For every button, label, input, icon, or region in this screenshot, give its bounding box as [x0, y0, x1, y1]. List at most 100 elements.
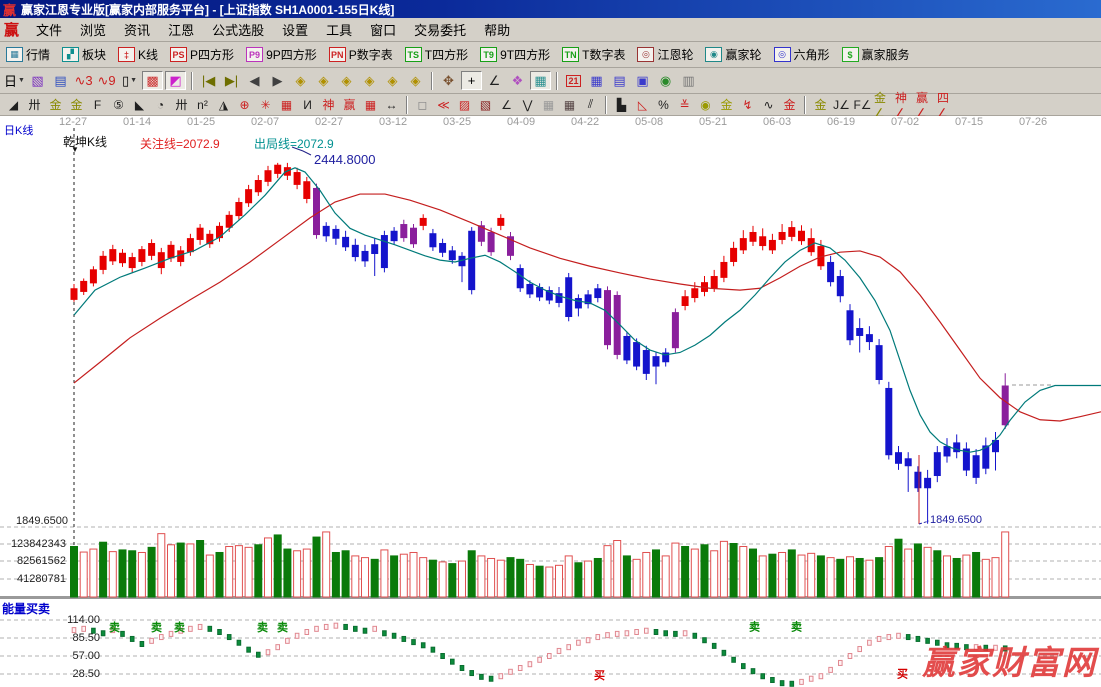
gann-wheel-button[interactable]: ◎ 江恩轮 — [634, 45, 696, 64]
marker-pen-icon[interactable]: ↯ — [738, 96, 757, 113]
menu-item-0[interactable]: 文件 — [27, 21, 71, 40]
percent-tool-icon[interactable]: % — [654, 96, 673, 113]
pct-line-icon[interactable]: ≚ — [675, 96, 694, 113]
period-day-icon[interactable]: 日 ▼ — [4, 71, 25, 90]
angle-tool-icon[interactable]: ∠ — [484, 71, 505, 90]
kline-button[interactable]: ‡ K线 — [115, 45, 161, 64]
gold-ruler-2-icon[interactable]: 金 — [67, 96, 86, 113]
angle-f-icon[interactable]: F∠ — [853, 96, 872, 113]
zoom-left-icon[interactable]: ◈ — [290, 71, 311, 90]
ying-ruler-icon[interactable]: 赢 — [340, 96, 359, 113]
angle-si-icon[interactable]: 四∠ — [937, 91, 956, 120]
go-first-icon[interactable]: |◀ — [198, 71, 219, 90]
menu-item-8[interactable]: 交易委托 — [405, 21, 475, 40]
mini-chart-3-icon[interactable]: ∿3 — [73, 71, 94, 90]
fib-ruler-icon[interactable]: F — [88, 96, 107, 113]
menu-item-7[interactable]: 窗口 — [361, 21, 405, 40]
9p-square-button[interactable]: P9 9P四方形 — [243, 45, 320, 64]
chart-area[interactable]: 卖卖卖卖卖卖卖买买 12-27 01-14 01-25 02-07 02-27 03-12… — [0, 116, 1101, 687]
width-arrows-icon[interactable]: ↔ — [382, 96, 401, 113]
gann-ruler-icon[interactable]: 卅 — [25, 96, 44, 113]
gann-grid-icon[interactable]: ▦ — [277, 96, 296, 113]
shen-ruler-icon[interactable]: 神 — [319, 96, 338, 113]
gann-star-icon[interactable]: ✳ — [256, 96, 275, 113]
layout-pattern-icon[interactable]: ▧ — [27, 71, 48, 90]
box-tool-icon[interactable]: ◻ — [413, 96, 432, 113]
gann-n-icon[interactable]: И — [298, 96, 317, 113]
quotes-button[interactable]: ▦ 行情 — [3, 45, 53, 64]
hexagon-button[interactable]: ◎ 六角形 — [771, 45, 833, 64]
grid-style-icon[interactable]: ▩ — [142, 71, 163, 90]
draw-pen-icon[interactable]: ◢ — [4, 96, 23, 113]
ruler-2-icon[interactable]: 卅 — [172, 96, 191, 113]
menu-item-6[interactable]: 工具 — [317, 21, 361, 40]
mini-chart-9-icon[interactable]: ∿9 — [96, 71, 117, 90]
menu-item-9[interactable]: 帮助 — [475, 21, 519, 40]
gann-target-icon[interactable]: ⊕ — [235, 96, 254, 113]
angle-ying-icon[interactable]: 赢∠ — [916, 91, 935, 120]
t-number-button[interactable]: TN T数字表 — [559, 45, 628, 64]
menu-item-4[interactable]: 公式选股 — [203, 21, 273, 40]
flower-tool-icon[interactable]: ❖ — [507, 71, 528, 90]
single-candle-icon[interactable]: ▯ ▼ — [119, 71, 140, 90]
gold-red-icon[interactable]: 金 — [780, 96, 799, 113]
fan-box-dark-icon[interactable]: ▧ — [476, 96, 495, 113]
go-last-icon[interactable]: ▶| — [221, 71, 242, 90]
color-chart-icon[interactable]: ◩ — [165, 71, 186, 90]
chevron-down-icon[interactable]: ▼ — [71, 145, 79, 154]
gold-ruler-1-icon[interactable]: 金 — [46, 96, 65, 113]
menu-item-2[interactable]: 资讯 — [115, 21, 159, 40]
p-number-button[interactable]: PN P数字表 — [326, 45, 396, 64]
zoom-horiz-icon[interactable]: ◈ — [336, 71, 357, 90]
notes-icon[interactable]: ▤ — [609, 71, 630, 90]
overlay-indicator-name[interactable]: 乾坤K线 — [63, 133, 107, 150]
calculator-icon[interactable]: ▦ — [586, 71, 607, 90]
angle-line-icon[interactable]: ∠ — [497, 96, 516, 113]
gold-circle-icon[interactable]: ◉ — [696, 96, 715, 113]
parallel-lines-icon[interactable]: ⫽ — [581, 96, 600, 113]
circle-3-icon[interactable]: ◔ — [151, 96, 170, 113]
calendar-icon[interactable]: 21 — [563, 71, 584, 90]
p-square-button[interactable]: PS P四方形 — [167, 45, 237, 64]
fan-box-icon[interactable]: ▨ — [455, 96, 474, 113]
gold-underline-icon[interactable]: 金 — [811, 96, 830, 113]
menu-item-1[interactable]: 浏览 — [71, 21, 115, 40]
angle-gold-icon[interactable]: 金∠ — [874, 91, 893, 120]
save-icon[interactable]: ▣ — [632, 71, 653, 90]
winner-service-button[interactable]: $ 赢家服务 — [839, 45, 913, 64]
spiral-5-icon[interactable]: ⑤ — [109, 96, 128, 113]
9t-square-button[interactable]: T9 9T四方形 — [477, 45, 553, 64]
web-settings-icon[interactable]: ◉ — [655, 71, 676, 90]
t-square-button[interactable]: TS T四方形 — [402, 45, 471, 64]
gold-lines-icon[interactable]: 金 — [717, 96, 736, 113]
angle-shen-icon[interactable]: 神∠ — [895, 91, 914, 120]
kline-chart-canvas[interactable]: 卖卖卖卖卖卖卖买买 — [0, 116, 1101, 687]
grid-123-icon[interactable]: ▦ — [361, 96, 380, 113]
ray-fan-icon[interactable]: ≪ — [434, 96, 453, 113]
zoom-all-icon[interactable]: ◈ — [405, 71, 426, 90]
print-icon[interactable]: ▥ — [678, 71, 699, 90]
wave-tool-icon[interactable]: ∿ — [759, 96, 778, 113]
zoom-out-icon[interactable]: ◈ — [382, 71, 403, 90]
angle-a-icon[interactable]: ◮ — [214, 96, 233, 113]
grid-dark-icon[interactable]: ▦ — [560, 96, 579, 113]
zigzag-icon[interactable]: ⋁ — [518, 96, 537, 113]
menu-item-3[interactable]: 江恩 — [159, 21, 203, 40]
menu-item-5[interactable]: 设置 — [273, 21, 317, 40]
go-next-icon[interactable]: ▶ — [267, 71, 288, 90]
crosshair-tool-icon[interactable]: + — [461, 71, 482, 90]
pct-triangle-icon[interactable]: ◺ — [633, 96, 652, 113]
steps-tool-icon[interactable]: ▙ — [612, 96, 631, 113]
angle-j-icon[interactable]: J∠ — [832, 96, 851, 113]
info-panel-icon[interactable]: ▤ — [50, 71, 71, 90]
zoom-right-icon[interactable]: ◈ — [313, 71, 334, 90]
hand-tool-icon[interactable]: ✥ — [438, 71, 459, 90]
grid-light-icon[interactable]: ▦ — [539, 96, 558, 113]
sectors-button[interactable]: ▞ 板块 — [59, 45, 109, 64]
go-prev-icon[interactable]: ◀ — [244, 71, 265, 90]
pen-2-icon[interactable]: ◣ — [130, 96, 149, 113]
winner-wheel-button[interactable]: ◉ 赢家轮 — [702, 45, 764, 64]
zoom-in-icon[interactable]: ◈ — [359, 71, 380, 90]
n-squared-icon[interactable]: n² — [193, 96, 212, 113]
pattern-tool-icon[interactable]: ▦ — [530, 71, 551, 90]
